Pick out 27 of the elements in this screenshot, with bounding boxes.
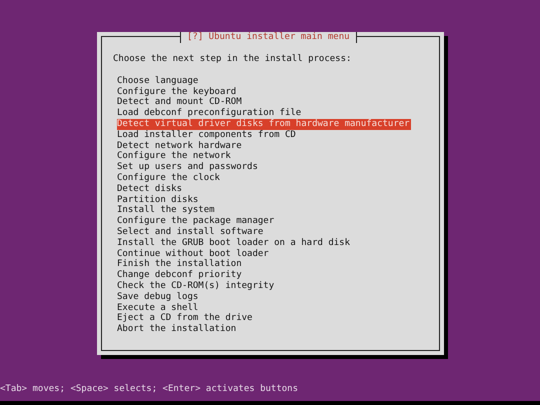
menu-item[interactable]: Load debconf preconfiguration file [117, 108, 302, 119]
menu-item[interactable]: Detect disks [117, 184, 184, 195]
menu-item[interactable]: Select and install software [117, 226, 264, 238]
prompt-text: Choose the next step in the install process: [113, 54, 352, 65]
menu-item[interactable]: Configure the network [117, 151, 232, 162]
menu-item[interactable]: Eject a CD from the drive [117, 313, 254, 324]
menu-item[interactable]: Abort the installation [117, 324, 238, 335]
menu-item[interactable]: Save debug logs [117, 292, 200, 303]
dialog-title: [?] Ubuntu installer main menu [180, 32, 357, 43]
menu-item[interactable]: Change debconf priority [117, 270, 243, 281]
menu-item[interactable]: Check the CD-ROM(s) integrity [117, 280, 276, 292]
menu-item[interactable]: Configure the clock [117, 172, 221, 184]
menu-item[interactable]: Detect network hardware [117, 140, 243, 152]
menu-item[interactable]: Execute a shell [117, 302, 200, 314]
menu-item[interactable]: Detect and mount CD-ROM [117, 97, 243, 108]
menu-item[interactable]: Configure the keyboard [117, 86, 238, 98]
menu-item[interactable]: Partition disks [117, 194, 200, 206]
menu-item[interactable]: Install the GRUB boot loader on a hard disk [117, 238, 351, 249]
menu-item[interactable]: Configure the package manager [117, 216, 276, 227]
menu-item[interactable]: Finish the installation [117, 259, 243, 270]
menu-item[interactable]: Continue without boot loader [117, 248, 270, 260]
menu-item[interactable]: Load installer components from CD [117, 130, 297, 141]
menu-item[interactable]: Set up users and passwords [117, 162, 259, 173]
menu-item[interactable]: Install the system [117, 205, 216, 216]
menu-item[interactable]: Choose language [117, 76, 200, 87]
menu-item[interactable]: Detect virtual driver disks from hardware manufacturer [117, 118, 411, 130]
status-bar: <Tab> moves; <Space> selects; <Enter> activates buttons [0, 384, 540, 405]
